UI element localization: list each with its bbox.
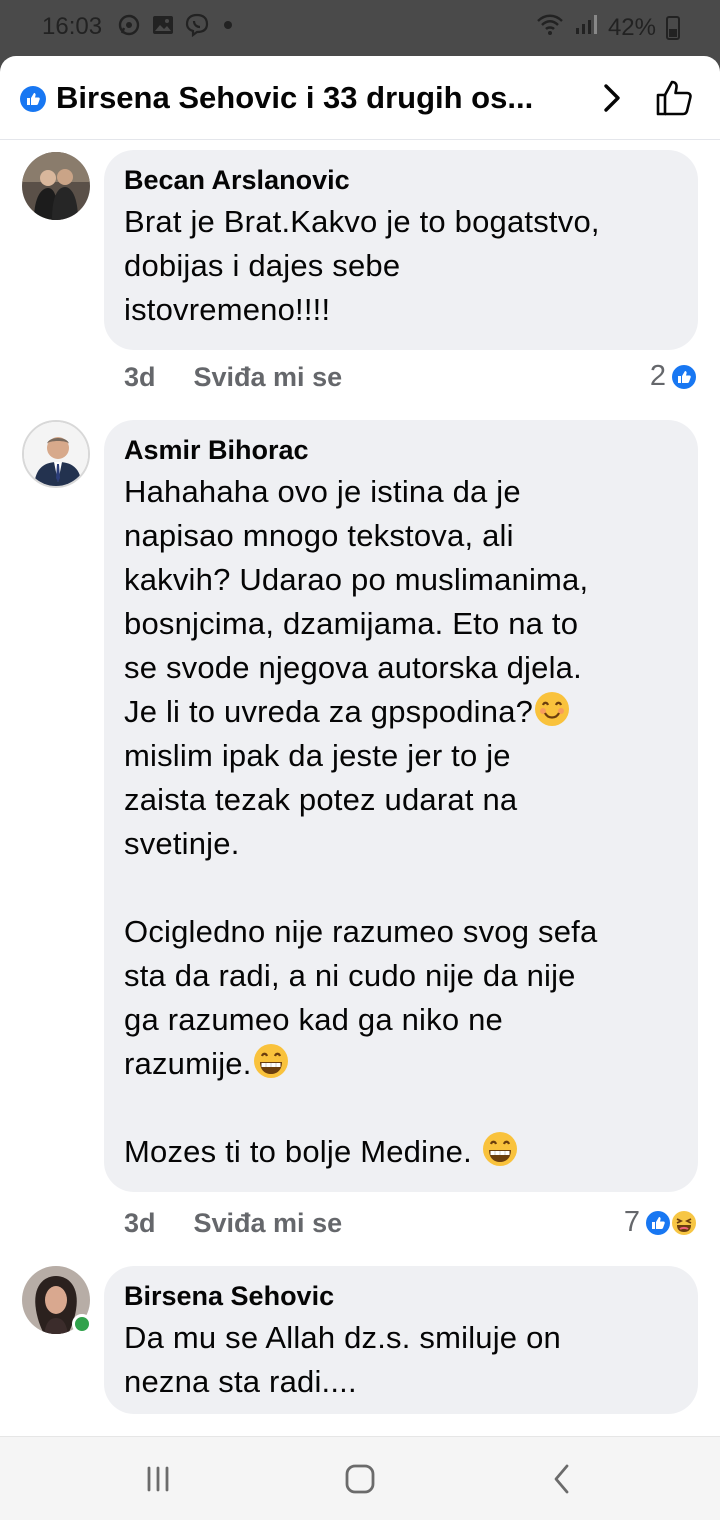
thumbs-up-icon[interactable] [654, 78, 694, 118]
back-icon[interactable] [542, 1461, 582, 1497]
reaction-summary[interactable]: 7 [624, 1206, 698, 1239]
status-system-icons: 42% [536, 12, 680, 43]
comment-text: Hahahaha ovo je istina da je napisao mno… [124, 470, 678, 1174]
online-status-indicator [72, 1314, 92, 1334]
comment-meta: 3d Sviđa mi se [124, 362, 342, 393]
comment-time[interactable]: 3d [124, 1208, 156, 1239]
whatsapp-icon [116, 12, 142, 38]
haha-reaction-icon [670, 1208, 698, 1237]
grinning-face-emoji-icon [481, 1130, 519, 1168]
like-reaction-icon [644, 1208, 672, 1237]
comment-text-part: mislim ipak da jeste jer to je zaista te… [124, 738, 598, 1081]
battery-icon [666, 15, 680, 40]
like-badge-icon [20, 86, 46, 112]
signal-icon [574, 12, 598, 43]
status-time: 16:03 [42, 13, 103, 40]
comment-becan: Becan Arslanovic Brat je Brat.Kakvo je t… [0, 148, 720, 408]
comment-bubble[interactable]: Birsena Sehovic Da mu se Allah dz.s. smi… [104, 1266, 698, 1414]
smiling-face-emoji-icon [533, 690, 571, 728]
wifi-icon [536, 12, 564, 43]
home-icon[interactable] [340, 1461, 380, 1497]
sheet-header: Birsena Sehovic i 33 drugih os... [0, 56, 720, 140]
comment-author[interactable]: Becan Arslanovic [124, 164, 678, 196]
comment-author[interactable]: Asmir Bihorac [124, 434, 678, 466]
like-button[interactable]: Sviđa mi se [194, 362, 343, 393]
comment-bubble[interactable]: Asmir Bihorac Hahahaha ovo je istina da … [104, 420, 698, 1192]
comment-text: Brat je Brat.Kakvo je to bogatstvo, dobi… [124, 204, 600, 327]
comments-sheet: Birsena Sehovic i 33 drugih os... Becan … [0, 56, 720, 1436]
reactions-title[interactable]: Birsena Sehovic i 33 drugih os... [56, 80, 533, 116]
comment-author[interactable]: Birsena Sehovic [124, 1280, 678, 1312]
avatar[interactable] [22, 420, 90, 488]
comment-text: Da mu se Allah dz.s. smiluje on nezna st… [124, 1320, 561, 1399]
avatar[interactable] [22, 152, 90, 220]
reaction-count: 2 [649, 360, 666, 392]
battery-percent: 42% [607, 13, 656, 41]
system-navigation-bar [0, 1436, 720, 1520]
like-reaction-icon [670, 362, 698, 391]
comment-bubble[interactable]: Becan Arslanovic Brat je Brat.Kakvo je t… [104, 150, 698, 350]
gallery-icon [150, 12, 176, 38]
status-notification-icons [116, 12, 232, 38]
comment-text-part: Mozes ti to bolje Medine. [124, 1134, 472, 1169]
comment-meta: 3d Sviđa mi se [124, 1208, 342, 1239]
viber-icon [184, 12, 210, 38]
comment-text-part: Hahahaha ovo je istina da je napisao mno… [124, 474, 589, 729]
recent-apps-icon[interactable] [138, 1461, 178, 1497]
dot-icon [224, 21, 232, 29]
like-button[interactable]: Sviđa mi se [194, 1208, 343, 1239]
comment-time[interactable]: 3d [124, 362, 156, 393]
reaction-count: 7 [623, 1206, 640, 1238]
chevron-right-icon[interactable] [596, 80, 628, 116]
grinning-face-emoji-icon [252, 1042, 290, 1080]
reaction-summary[interactable]: 2 [650, 360, 698, 393]
status-bar: 16:03 42% [0, 0, 720, 56]
